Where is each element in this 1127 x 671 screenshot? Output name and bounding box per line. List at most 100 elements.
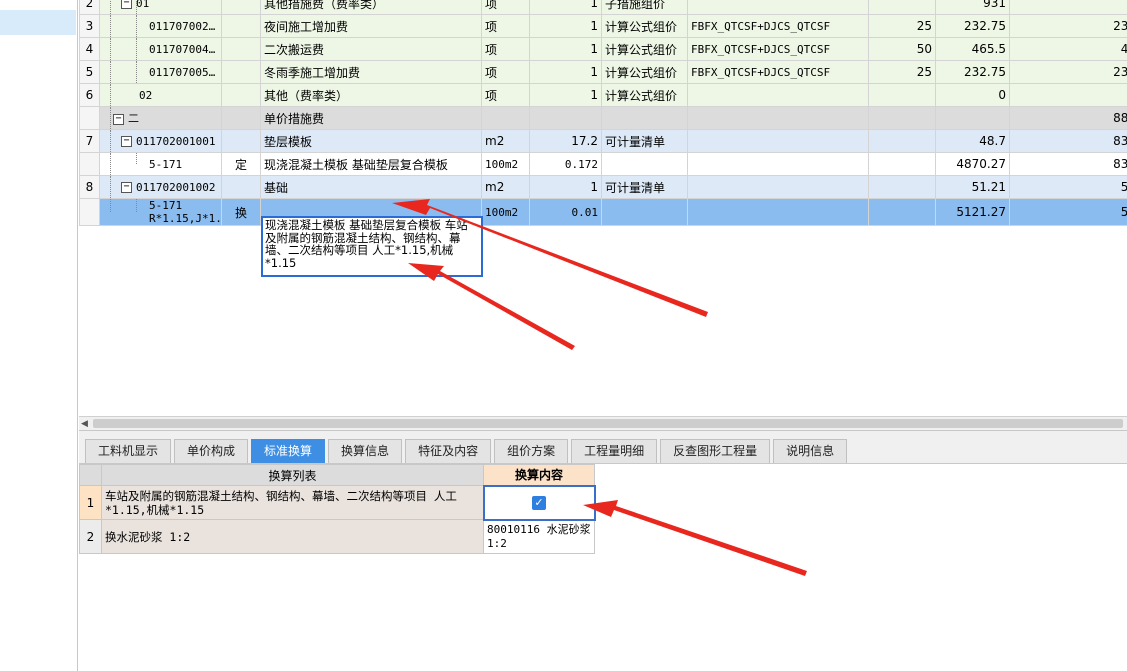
code-cell[interactable]: −011702001002: [99, 175, 222, 199]
tab-reverse-graphic-quantity[interactable]: 反查图形工程量: [660, 439, 771, 463]
type-cell[interactable]: 定: [221, 152, 261, 176]
table-row[interactable]: 6 02 其他（费率类） 项 1 计算公式组价 0: [79, 83, 1127, 107]
method-cell[interactable]: 可计量清单: [601, 175, 688, 199]
price-cell[interactable]: [935, 106, 1010, 130]
formula-cell[interactable]: FBFX_QTCSF+DJCS_QTCSF: [687, 60, 869, 84]
method-cell[interactable]: 计算公式组价: [601, 83, 688, 107]
tab-labor-material-machine[interactable]: 工料机显示: [85, 439, 172, 463]
code-cell[interactable]: − 二: [99, 106, 222, 130]
type-cell[interactable]: [221, 60, 261, 84]
unit-cell[interactable]: 100m2: [481, 198, 530, 226]
qty-cell[interactable]: 1: [529, 175, 602, 199]
collapse-toggle-icon[interactable]: −: [113, 113, 124, 125]
total-cell[interactable]: 46: [1009, 37, 1127, 61]
type-cell[interactable]: [221, 37, 261, 61]
qty-cell[interactable]: 0.01: [529, 198, 602, 226]
rate-cell[interactable]: [868, 175, 936, 199]
name-cell[interactable]: 现浇混凝土模板 基础垫层复合模板: [260, 152, 482, 176]
type-cell[interactable]: 换: [221, 198, 261, 226]
formula-cell[interactable]: [687, 0, 869, 15]
table-row[interactable]: 8 −011702001002 基础 m2 1 可计量清单 51.21 51: [79, 175, 1127, 199]
name-cell[interactable]: 基础: [260, 175, 482, 199]
code-cell[interactable]: 5-171 R*1.15,J*1.15: [99, 198, 222, 226]
tab-pricing-scheme[interactable]: 组价方案: [494, 439, 569, 463]
formula-cell[interactable]: [687, 152, 869, 176]
table-row[interactable]: −二 单价措施费 888: [79, 106, 1127, 130]
method-cell[interactable]: [601, 152, 688, 176]
price-cell[interactable]: 232.75: [935, 14, 1010, 38]
type-cell[interactable]: [221, 14, 261, 38]
unit-cell[interactable]: 100m2: [481, 152, 530, 176]
price-cell[interactable]: 48.7: [935, 129, 1010, 153]
price-cell[interactable]: 232.75: [935, 60, 1010, 84]
checkbox-checked-icon[interactable]: ✓: [532, 496, 546, 510]
formula-cell[interactable]: [687, 106, 869, 130]
name-cell[interactable]: 夜间施工增加费: [260, 14, 482, 38]
formula-cell[interactable]: [687, 198, 869, 226]
total-cell[interactable]: 51: [1009, 175, 1127, 199]
type-cell[interactable]: [221, 129, 261, 153]
code-cell[interactable]: −011702001001: [99, 129, 222, 153]
total-cell[interactable]: 232: [1009, 60, 1127, 84]
rate-cell[interactable]: 25: [868, 14, 936, 38]
table-row[interactable]: 2 −01 其他措施费（费率类） 项 1 子措施组价 931: [79, 0, 1127, 15]
total-cell[interactable]: 232: [1009, 14, 1127, 38]
rate-cell[interactable]: 50: [868, 37, 936, 61]
method-cell[interactable]: [601, 198, 688, 226]
conversion-checkbox-cell[interactable]: ✓: [482, 484, 596, 521]
code-cell[interactable]: 5-171: [99, 152, 222, 176]
unit-cell[interactable]: 项: [481, 14, 530, 38]
collapse-toggle-icon[interactable]: −: [121, 0, 132, 9]
method-cell[interactable]: [601, 106, 688, 130]
unit-cell[interactable]: 项: [481, 83, 530, 107]
qty-cell[interactable]: [529, 106, 602, 130]
method-cell[interactable]: 计算公式组价: [601, 37, 688, 61]
table-row-selected[interactable]: 5-171 R*1.15,J*1.15 换 100m2 0.01 5121.27…: [79, 198, 1127, 226]
type-cell[interactable]: [221, 83, 261, 107]
table-row[interactable]: 4 011707004… 二次搬运费 项 1 计算公式组价 FBFX_QTCSF…: [79, 37, 1127, 61]
code-cell[interactable]: 011707002…: [99, 14, 222, 38]
total-cell[interactable]: [1009, 83, 1127, 107]
name-cell[interactable]: 冬雨季施工增加费: [260, 60, 482, 84]
rate-cell[interactable]: [868, 83, 936, 107]
total-cell[interactable]: 51: [1009, 198, 1127, 226]
scrollbar-thumb[interactable]: [93, 419, 1123, 428]
qty-cell[interactable]: 17.2: [529, 129, 602, 153]
qty-cell[interactable]: 1: [529, 83, 602, 107]
rate-cell[interactable]: [868, 152, 936, 176]
rate-cell[interactable]: [868, 0, 936, 15]
price-cell[interactable]: 4870.27: [935, 152, 1010, 176]
qty-cell[interactable]: 1: [529, 37, 602, 61]
name-edit-textarea[interactable]: 现浇混凝土模板 基础垫层复合模板 车站及附属的钢筋混凝土结构、钢结构、幕墙、二次…: [261, 216, 483, 277]
code-cell[interactable]: 011707004…: [99, 37, 222, 61]
tab-features-content[interactable]: 特征及内容: [405, 439, 492, 463]
collapse-toggle-icon[interactable]: −: [121, 182, 132, 193]
conversion-label[interactable]: 车站及附属的钢筋混凝土结构、钢结构、幕墙、二次结构等项目 人工*1.15,机械*…: [101, 485, 484, 520]
unit-cell[interactable]: m2: [481, 129, 530, 153]
total-cell[interactable]: [1009, 0, 1127, 15]
table-row[interactable]: 1 车站及附属的钢筋混凝土结构、钢结构、幕墙、二次结构等项目 人工*1.15,机…: [79, 484, 596, 521]
qty-cell[interactable]: 0.172: [529, 152, 602, 176]
table-row[interactable]: 5-171 定 现浇混凝土模板 基础垫层复合模板 100m2 0.172 487…: [79, 152, 1127, 176]
method-cell[interactable]: 可计量清单: [601, 129, 688, 153]
unit-cell[interactable]: m2: [481, 175, 530, 199]
qty-cell[interactable]: 1: [529, 0, 602, 15]
qty-cell[interactable]: 1: [529, 14, 602, 38]
method-cell[interactable]: 计算公式组价: [601, 14, 688, 38]
collapse-toggle-icon[interactable]: −: [121, 136, 132, 147]
conversion-value[interactable]: 80010116 水泥砂浆 1:2: [483, 519, 595, 554]
tab-standard-conversion[interactable]: 标准换算: [251, 439, 326, 463]
name-cell[interactable]: 二次搬运费: [260, 37, 482, 61]
price-cell[interactable]: 465.5: [935, 37, 1010, 61]
formula-cell[interactable]: [687, 83, 869, 107]
type-cell[interactable]: [221, 106, 261, 130]
rate-cell[interactable]: 25: [868, 60, 936, 84]
type-cell[interactable]: [221, 175, 261, 199]
project-tree-selected-item[interactable]: [0, 10, 76, 35]
formula-cell[interactable]: [687, 129, 869, 153]
unit-cell[interactable]: 项: [481, 60, 530, 84]
formula-cell[interactable]: FBFX_QTCSF+DJCS_QTCSF: [687, 14, 869, 38]
name-cell[interactable]: 单价措施费: [260, 106, 482, 130]
conversion-label[interactable]: 换水泥砂浆 1:2: [101, 519, 484, 554]
rate-cell[interactable]: [868, 129, 936, 153]
